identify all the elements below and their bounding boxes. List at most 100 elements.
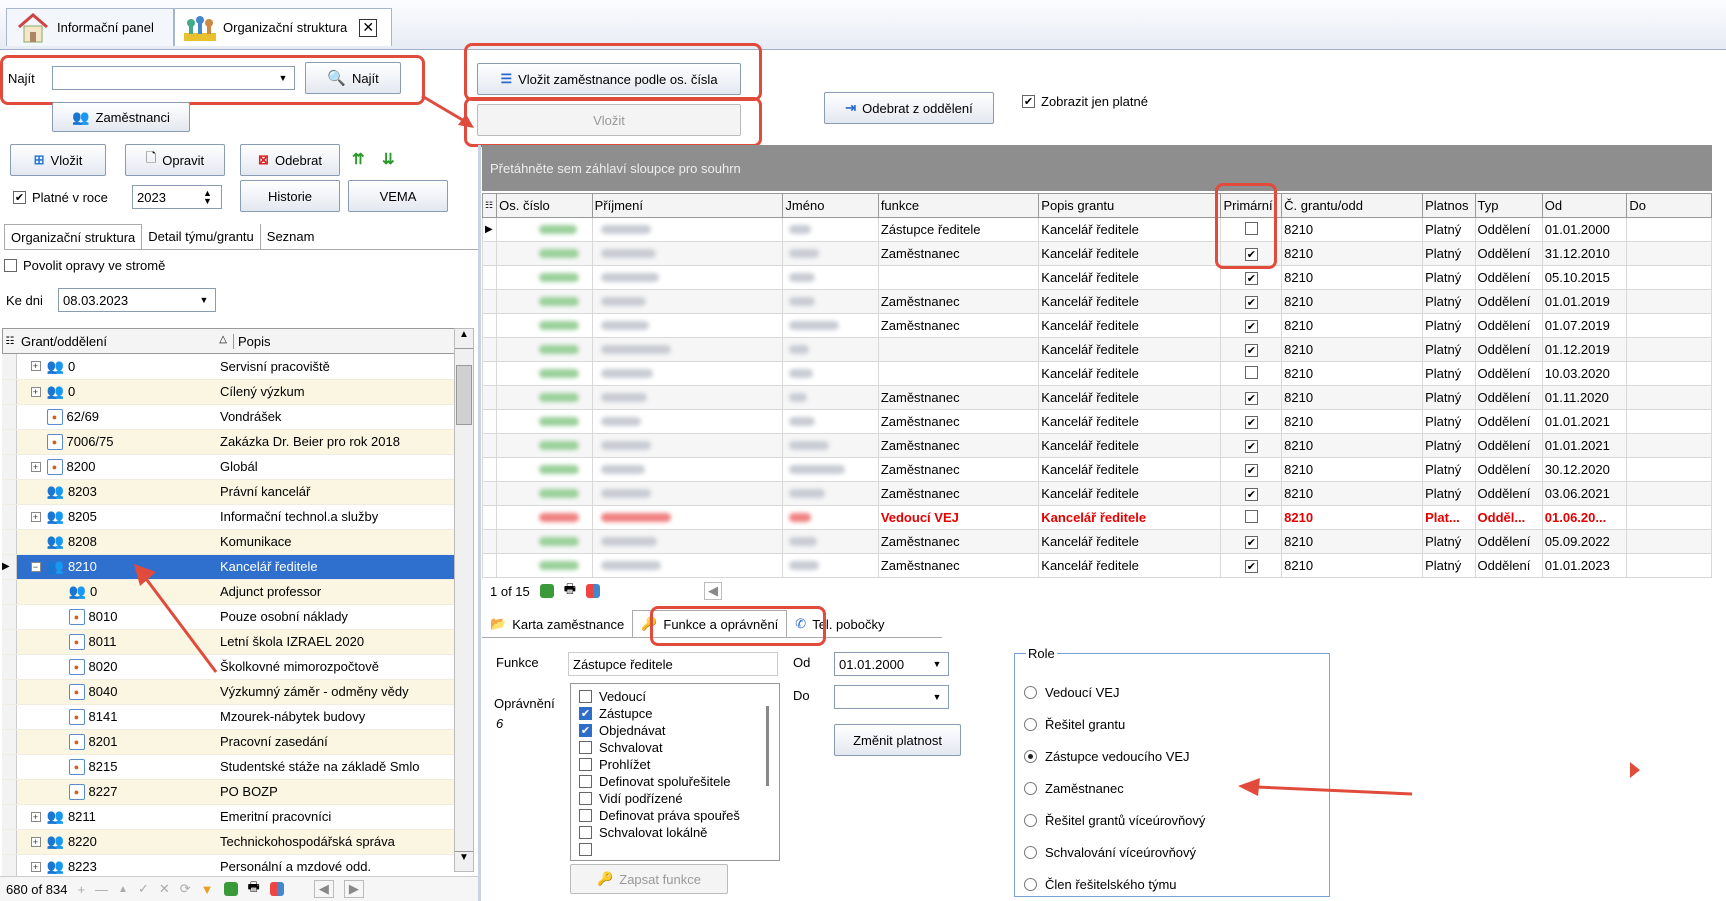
primary-checkbox[interactable]: [1244, 488, 1258, 502]
permission-checkbox[interactable]: [579, 741, 592, 754]
as-of-date-combobox[interactable]: 08.03.2023 ▼: [58, 288, 216, 312]
grid-row[interactable]: ZaměstnanecKancelář ředitele 8210PlatnýOd…: [481, 313, 1712, 338]
from-date-combobox[interactable]: 01.01.2000 ▼: [834, 652, 949, 676]
insert-button[interactable]: ⊞ Vložit: [10, 144, 106, 176]
primary-checkbox[interactable]: [1244, 464, 1258, 478]
function-field[interactable]: Zástupce ředitele: [568, 652, 778, 676]
tree-row[interactable]: 👥 8208 Komunikace: [2, 529, 454, 555]
grid-row[interactable]: ZaměstnanecKancelář ředitele 8210PlatnýOd…: [481, 289, 1712, 314]
tree-row[interactable]: ● 8201 Pracovní zasedání: [2, 729, 454, 755]
grid-row[interactable]: Kancelář ředitele 8210 Platný Oddělení 10.03…: [481, 361, 1712, 386]
tree-row[interactable]: 👥 8203 Právní kancelář: [2, 479, 454, 505]
permission-checkbox[interactable]: [579, 690, 592, 703]
permission-item[interactable]: Vidí podřízené: [579, 790, 779, 807]
grid-header[interactable]: Do: [1626, 193, 1712, 218]
radio-button[interactable]: [1024, 813, 1037, 827]
permission-item[interactable]: Definovat práva spouřeš: [579, 807, 779, 824]
show-valid-checkbox[interactable]: [1022, 95, 1035, 108]
change-validity-button[interactable]: Změnit platnost: [834, 724, 961, 756]
minus-icon[interactable]: —: [95, 882, 108, 897]
radio-button[interactable]: [1024, 781, 1037, 795]
grid-header[interactable]: Typ: [1474, 193, 1543, 218]
role-radio[interactable]: Schvalování víceúrovňový: [1024, 836, 1324, 868]
permission-item[interactable]: Vedoucí: [579, 688, 779, 705]
to-date-combobox[interactable]: ▼: [834, 685, 949, 709]
primary-checkbox[interactable]: [1244, 320, 1258, 334]
tab-info-panel[interactable]: Informační panel: [6, 8, 174, 46]
grid-row[interactable]: ZaměstnanecKancelář ředitele 8210PlatnýOd…: [481, 385, 1712, 410]
save-function-button[interactable]: 🔑 Zapsat funkce: [570, 864, 728, 894]
role-radio[interactable]: Člen řešitelského týmu: [1024, 868, 1324, 900]
expander-icon[interactable]: +: [30, 361, 41, 372]
export-xls-icon[interactable]: [223, 882, 238, 896]
primary-checkbox[interactable]: [1244, 536, 1258, 550]
permission-checkbox[interactable]: [579, 724, 592, 737]
scroll-up-icon[interactable]: ▲: [455, 329, 473, 349]
primary-checkbox[interactable]: [1244, 272, 1258, 286]
grid-layout-icon[interactable]: [269, 882, 284, 896]
tree-row[interactable]: ● 62/69 Vondrášek: [2, 404, 454, 430]
permission-checkbox[interactable]: [579, 775, 592, 788]
grid-header[interactable]: Jméno: [782, 193, 879, 218]
tab-org-structure-detail[interactable]: Organizační struktura: [4, 224, 143, 249]
permission-item[interactable]: Definovat spoluřešitele: [579, 773, 779, 790]
grid-header[interactable]: Platnos: [1422, 193, 1476, 218]
primary-checkbox[interactable]: [1244, 440, 1258, 454]
remove-from-dept-button[interactable]: ⇥ Odebrat z oddělení: [824, 92, 994, 124]
grid-row[interactable]: Kancelář ředitele 8210PlatnýOddělení01.12…: [481, 337, 1712, 362]
show-valid-toggle[interactable]: Zobrazit jen platné: [1022, 94, 1148, 109]
cancel-icon[interactable]: ✕: [159, 881, 170, 897]
grid-row[interactable]: ZaměstnanecKancelář ředitele 8210PlatnýOd…: [481, 457, 1712, 482]
primary-checkbox[interactable]: [1244, 365, 1258, 379]
radio-button[interactable]: [1024, 877, 1037, 891]
radio-button[interactable]: [1024, 685, 1037, 699]
permission-checkbox[interactable]: [579, 707, 592, 720]
primary-checkbox[interactable]: [1244, 344, 1258, 358]
tree-row[interactable]: + ● 8200 Globál: [2, 454, 454, 480]
valid-in-year-checkbox[interactable]: [13, 191, 26, 204]
role-radio[interactable]: Zástupce vedoucího VEJ: [1024, 740, 1324, 772]
check-icon[interactable]: ✓: [138, 881, 149, 897]
prev-page-icon[interactable]: ◀: [313, 880, 334, 898]
valid-in-year-toggle[interactable]: Platné v roce: [13, 190, 108, 205]
expander-icon[interactable]: +: [30, 811, 41, 822]
export-xls-icon[interactable]: [539, 584, 554, 598]
grid-row[interactable]: ZaměstnanecKancelář ředitele 8210PlatnýOd…: [481, 241, 1712, 266]
plus-icon[interactable]: +: [77, 882, 85, 897]
grid-header[interactable]: Os. číslo: [496, 193, 593, 218]
remove-button[interactable]: ⊠ Odebrat: [240, 144, 340, 176]
tree-row[interactable]: + 👥 8205 Informační technol.a služby: [2, 504, 454, 530]
grid-row[interactable]: ZaměstnanecKancelář ředitele 8210PlatnýOd…: [481, 529, 1712, 554]
scroll-down-icon[interactable]: ▼: [455, 851, 473, 871]
role-radio[interactable]: Vedoucí VEJ: [1024, 676, 1324, 708]
grid-row[interactable]: ZaměstnanecKancelář ředitele 8210PlatnýOd…: [481, 409, 1712, 434]
grid-row[interactable]: Vedoucí VEJ Kancelář ředitele 8210 Plat... O…: [481, 505, 1712, 530]
primary-checkbox[interactable]: [1244, 392, 1258, 406]
tab-org-structure[interactable]: Organizační struktura ✕: [174, 8, 392, 46]
allow-edits-toggle[interactable]: Povolit opravy ve stromě: [4, 258, 165, 273]
grid-row[interactable]: ZaměstnanecKancelář ředitele 8210PlatnýOd…: [481, 481, 1712, 506]
move-down-icon[interactable]: ⇊: [382, 150, 395, 168]
column-chooser-icon[interactable]: ☷: [3, 336, 17, 347]
tree-row[interactable]: ● 7006/75 Zakázka Dr. Beier pro rok 2018: [2, 429, 454, 455]
expander-icon[interactable]: +: [30, 836, 41, 847]
group-by-bar[interactable]: Přetáhněte sem záhlaví sloupce pro souhr…: [482, 145, 1712, 191]
grid-header[interactable]: Popis grantu: [1038, 193, 1222, 218]
search-combobox[interactable]: ▼: [52, 66, 295, 90]
insert-by-id-button[interactable]: ☰ Vložit zaměstnance podle os. čísla: [477, 63, 741, 95]
tree-row[interactable]: ● 8040 Výzkumný záměr - odměny vědy: [2, 679, 454, 705]
radio-button[interactable]: [1024, 845, 1037, 859]
spinner-arrows-icon[interactable]: ▲ ▼: [203, 189, 217, 206]
permission-item[interactable]: Prohlížet: [579, 756, 779, 773]
permission-checkbox[interactable]: [579, 826, 592, 839]
role-radio[interactable]: Řešitel grantu: [1024, 708, 1324, 740]
permissions-scrollbar[interactable]: [766, 706, 769, 786]
column-chooser-icon[interactable]: ☷: [481, 193, 498, 218]
permission-item[interactable]: Schvalovat lokálně: [579, 824, 779, 841]
permission-checkbox[interactable]: [579, 843, 592, 856]
expander-icon[interactable]: −: [30, 561, 41, 572]
vema-button[interactable]: VEMA: [348, 180, 448, 212]
tree-header-desc[interactable]: Popis: [233, 333, 271, 349]
scroll-left-icon[interactable]: ◀: [704, 582, 722, 600]
search-button[interactable]: 🔍 Najít: [305, 62, 401, 94]
